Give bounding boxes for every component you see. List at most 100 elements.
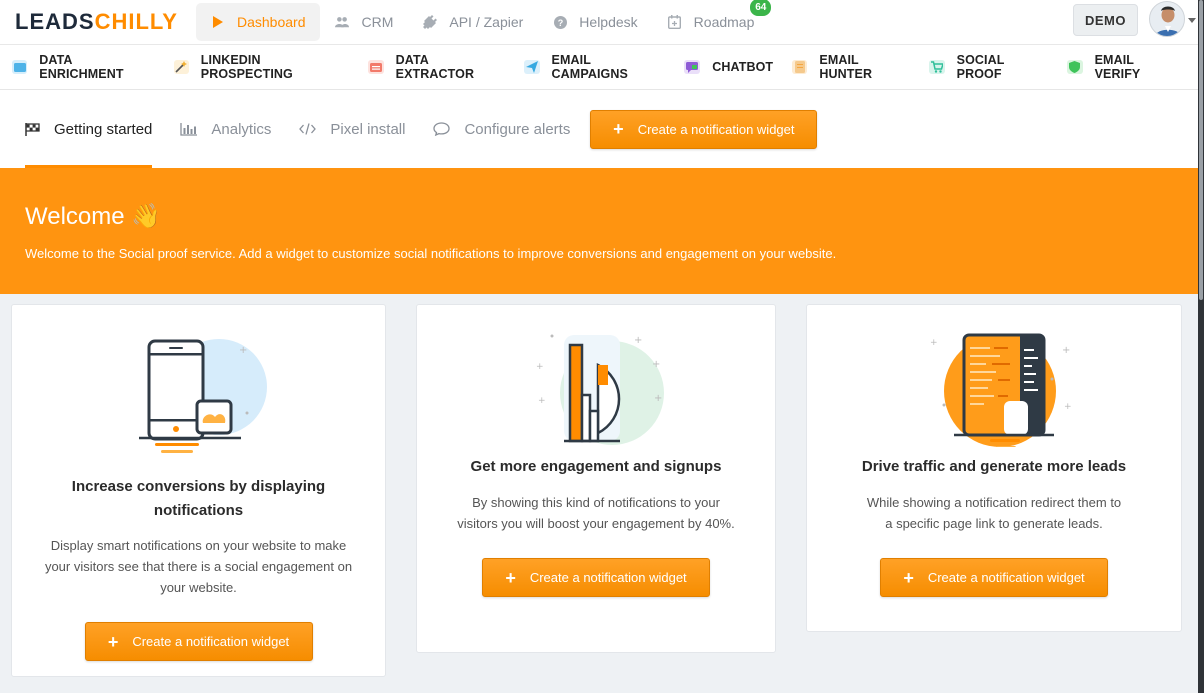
svg-text:+: + [1064,402,1072,412]
product-label: DATA ENRICHMENT [39,53,124,81]
tab-label: Pixel install [330,120,406,138]
plus-icon: + [505,567,516,588]
nav-crm[interactable]: CRM [320,3,408,41]
tab-analytics[interactable]: Analytics [180,90,271,168]
product-label: SOCIAL PROOF [956,53,1005,81]
svg-text:?: ? [558,18,564,28]
nav-roadmap[interactable]: Roadmap 64 [653,0,774,41]
tab-label: Getting started [54,120,153,138]
card-create-widget-button[interactable]: + Create a notification widget [482,558,710,597]
card-title: Get more engagement and signups [470,458,722,475]
nav-dashboard[interactable]: Dashboard [195,3,321,41]
top-navbar: LEADSCHILLY Dashboard CRM API / Zapier ?… [0,0,1198,45]
product-label: EMAIL HUNTER [819,53,873,81]
nav-roadmap-label: Roadmap [693,14,755,30]
chevron-down-icon[interactable] [1188,18,1196,23]
logo-text-chilly: CHILLY [94,9,178,34]
users-icon [335,16,350,28]
product-label: EMAIL CAMPAIGNS [551,53,628,81]
product-social-proof[interactable]: SOCIAL PROOF [929,53,1048,81]
code-screen-illustration-icon: + + + [930,333,1072,447]
brand-logo[interactable]: LEADSCHILLY [15,9,178,35]
chatbot-icon [684,60,701,74]
bar-chart-illustration-icon: + + + + + [536,334,664,445]
product-label: CHATBOT [712,60,774,74]
question-icon: ? [553,15,567,29]
logo-text-leads: LEADS [15,9,95,34]
card-drive-traffic: + + + Drive traffic and generate more le… [806,304,1182,632]
card-create-widget-button[interactable]: + Create a notification widget [84,622,313,661]
magic-wand-icon [173,60,189,74]
shield-check-icon [1067,60,1083,74]
tab-label: Analytics [211,120,272,138]
data-extractor-icon [368,60,384,74]
roadmap-count-badge: 64 [748,0,774,18]
mobile-phone-illustration-icon: + + [138,339,267,453]
svg-text:+: + [239,345,247,356]
card-create-widget-button[interactable]: + Create a notification widget [880,558,1108,597]
product-email-hunter[interactable]: EMAIL HUNTER [792,53,910,81]
svg-text:+: + [930,338,938,348]
welcome-title: Welcome [25,203,125,230]
plug-icon [423,15,438,29]
product-data-extractor[interactable]: DATA EXTRACTOR [368,53,505,81]
paper-plane-icon [524,60,540,74]
button-label: Create a notification widget [132,634,290,649]
comment-icon [433,122,451,136]
card-text: Display smart notifications on your webs… [44,538,353,595]
nav-api-label: API / Zapier [449,14,524,30]
create-widget-button[interactable]: + Create a notification widget [590,109,818,149]
tab-label: Configure alerts [464,120,571,138]
product-email-verify[interactable]: EMAIL VERIFY [1067,53,1179,81]
product-linkedin-prospecting[interactable]: LINKEDIN PROSPECTING [173,53,350,81]
product-data-enrichment[interactable]: DATA ENRICHMENT [12,53,155,81]
product-email-campaigns[interactable]: EMAIL CAMPAIGNS [524,53,665,81]
sub-navigation: Getting started Analytics Pixel install … [0,90,1198,168]
waving-hand-icon: 👋 [131,203,162,230]
nav-dashboard-label: Dashboard [236,14,306,30]
flag-icon [25,122,40,136]
user-avatar[interactable] [1149,1,1185,37]
cart-icon [929,60,945,74]
play-icon [211,16,225,28]
app-page: LEADSCHILLY Dashboard CRM API / Zapier ?… [0,0,1198,693]
email-hunter-icon [792,60,808,74]
card-increase-conversions: + + Increase conversions by displaying n… [11,304,386,677]
avatar-photo-icon [1150,2,1184,36]
product-label: EMAIL VERIFY [1094,53,1141,81]
svg-text:+: + [536,362,544,372]
card-text: While showing a notification redirect th… [866,495,1122,531]
product-label: DATA EXTRACTOR [395,53,475,81]
welcome-banner: Welcome 👋 Welcome to the Social proof se… [0,168,1198,294]
svg-text:+: + [654,393,662,404]
scrollbar[interactable] [1198,0,1204,693]
nav-helpdesk[interactable]: ? Helpdesk [538,3,652,41]
code-icon [299,123,317,135]
nav-api-zapier[interactable]: API / Zapier [408,3,538,41]
svg-text:+: + [1062,345,1070,356]
demo-account-button[interactable]: DEMO [1073,4,1138,36]
button-label: Create a notification widget [637,121,795,137]
tab-pixel-install[interactable]: Pixel install [299,90,405,168]
calendar-icon [668,15,682,29]
nav-helpdesk-label: Helpdesk [579,14,638,30]
data-enrichment-icon [12,60,28,74]
demo-label: DEMO [1085,12,1126,28]
product-chatbot[interactable]: CHATBOT [684,60,773,74]
welcome-text: Welcome to the Social proof service. Add… [25,246,837,261]
bar-chart-icon [180,122,198,136]
product-bar: DATA ENRICHMENT LINKEDIN PROSPECTING DAT… [0,45,1198,90]
card-more-engagement: + + + + + Get more engagement and signup… [416,304,776,653]
tab-getting-started[interactable]: Getting started [25,90,153,168]
tab-configure-alerts[interactable]: Configure alerts [433,90,570,168]
plus-icon: + [903,567,914,588]
nav-crm-label: CRM [361,14,394,30]
card-text: By showing this kind of notifications to… [457,495,735,531]
scrollbar-thumb[interactable] [1199,0,1203,300]
button-label: Create a notification widget [529,570,687,585]
svg-text:+: + [634,335,642,346]
svg-text:+: + [538,396,546,406]
svg-text:+: + [652,359,660,370]
button-label: Create a notification widget [927,570,1085,585]
plus-icon: + [107,631,119,652]
